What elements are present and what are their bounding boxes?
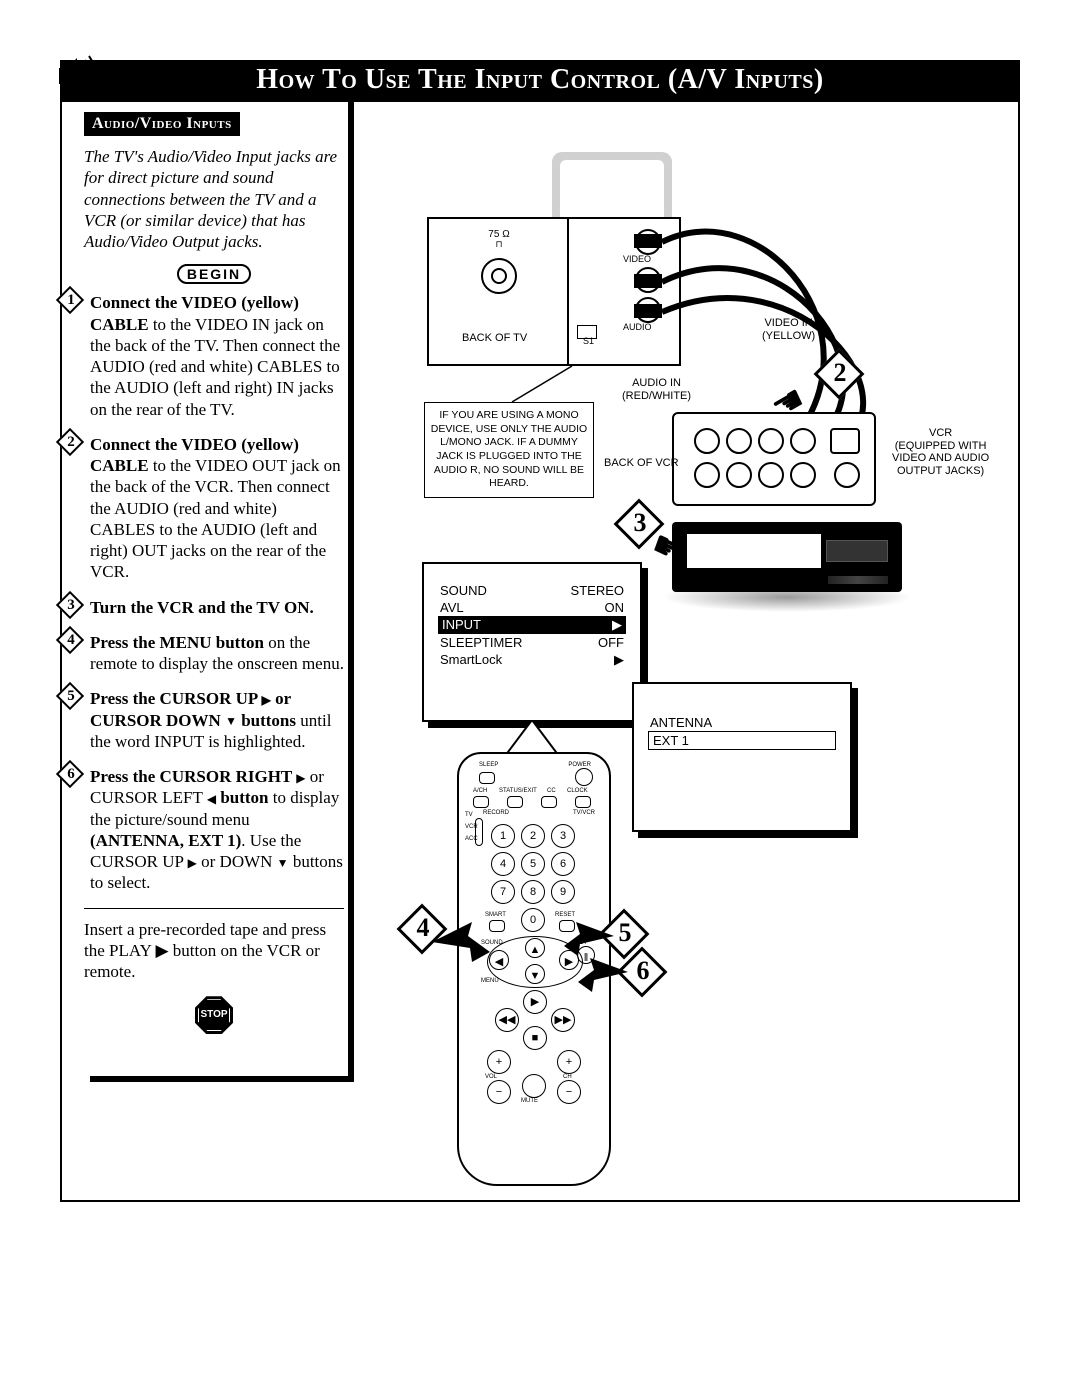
key-7[interactable]: 7 <box>491 880 515 904</box>
key-9[interactable]: 9 <box>551 880 575 904</box>
cursor-up[interactable]: ▲ <box>525 938 545 958</box>
step-number-2: 2 <box>60 432 84 454</box>
mode-switch[interactable] <box>475 818 483 846</box>
key-1[interactable]: 1 <box>491 824 515 848</box>
step-number-5: 5 <box>60 686 84 708</box>
step-number-3: 3 <box>60 595 84 617</box>
vcr-desc-label: VCR (EQUIPPED WITH VIDEO AND AUDIO OUTPU… <box>892 427 989 478</box>
rew-button[interactable]: ◀◀ <box>495 1008 519 1032</box>
vcr-back-panel <box>672 412 876 506</box>
arrow-6 <box>578 958 628 998</box>
intro-text: The TV's Audio/Video Input jacks are for… <box>84 146 344 252</box>
step-5: 5 Press the CURSOR UP ▶ or CURSOR DOWN ▼… <box>84 688 344 752</box>
video-in-label: VIDEO IN (YELLOW) <box>762 317 815 342</box>
cursor-left[interactable]: ◀ <box>489 950 509 970</box>
begin-badge: BEGIN <box>84 264 344 284</box>
subheading: Audio/Video Inputs <box>84 112 240 136</box>
mono-note: IF YOU ARE USING A MONO DEVICE, USE ONLY… <box>424 402 594 498</box>
page-title: How To Use The Input Control (A/V Inputs… <box>256 64 823 95</box>
ff-button[interactable]: ▶▶ <box>551 1008 575 1032</box>
key-6[interactable]: 6 <box>551 852 575 876</box>
cursor-down[interactable]: ▼ <box>525 964 545 984</box>
onscreen-menu-2: ANTENNA EXT 1 <box>632 682 852 832</box>
vol-up[interactable]: + <box>487 1050 511 1074</box>
stop-badge: STOP <box>84 996 344 1039</box>
antenna-jack <box>481 258 517 294</box>
vcr-front <box>672 522 902 592</box>
key-2[interactable]: 2 <box>521 824 545 848</box>
step-number-1: 1 <box>60 290 84 312</box>
stop-button[interactable]: ■ <box>523 1026 547 1050</box>
sleep-button[interactable] <box>479 772 495 784</box>
step-4: 4 Press the MENU button on the remote to… <box>84 632 344 675</box>
diagram-area: 75 Ω ⊓ BACK OF TV VIDEO AUDIO S1 <box>372 122 1012 1182</box>
step-1: 1 Connect the VIDEO (yellow) CABLE to th… <box>84 292 344 420</box>
callout-2: 2 <box>817 352 863 398</box>
speaker-icon <box>55 54 103 108</box>
back-of-vcr-label: BACK OF VCR <box>604 457 679 470</box>
step-2: 2 Connect the VIDEO (yellow) CABLE to th… <box>84 434 344 583</box>
content-frame: Audio/Video Inputs The TV's Audio/Video … <box>60 102 1020 1202</box>
page-title-bar: How To Use The Input Control (A/V Inputs… <box>60 60 1020 102</box>
play-button[interactable]: ▶ <box>523 990 547 1014</box>
key-3[interactable]: 3 <box>551 824 575 848</box>
vol-down[interactable]: − <box>487 1080 511 1104</box>
key-5[interactable]: 5 <box>521 852 545 876</box>
arrow-5 <box>564 922 614 962</box>
step-number-6: 6 <box>60 764 84 786</box>
key-4[interactable]: 4 <box>491 852 515 876</box>
mute-button[interactable] <box>522 1074 546 1098</box>
note-leader-line <box>502 362 582 412</box>
back-of-tv-label: BACK OF TV <box>462 332 527 345</box>
key-8[interactable]: 8 <box>521 880 545 904</box>
arrow-4 <box>432 922 492 972</box>
step-number-4: 4 <box>60 630 84 652</box>
footnote: Insert a pre-recorded tape and press the… <box>84 919 344 983</box>
key-0[interactable]: 0 <box>521 908 545 932</box>
power-button[interactable] <box>575 768 593 786</box>
step-6: 6 Press the CURSOR RIGHT ▶ or CURSOR LEF… <box>84 766 344 894</box>
ch-up[interactable]: + <box>557 1050 581 1074</box>
audio-in-label: AUDIO IN (RED/WHITE) <box>622 377 691 402</box>
step-3: 3 Turn the VCR and the TV ON. <box>84 597 344 618</box>
instructions-column: Audio/Video Inputs The TV's Audio/Video … <box>84 112 344 1039</box>
onscreen-menu-1: SOUNDSTEREO AVLON INPUT▶ SLEEPTIMEROFF S… <box>422 562 642 722</box>
ch-down[interactable]: − <box>557 1080 581 1104</box>
divider <box>84 908 344 909</box>
